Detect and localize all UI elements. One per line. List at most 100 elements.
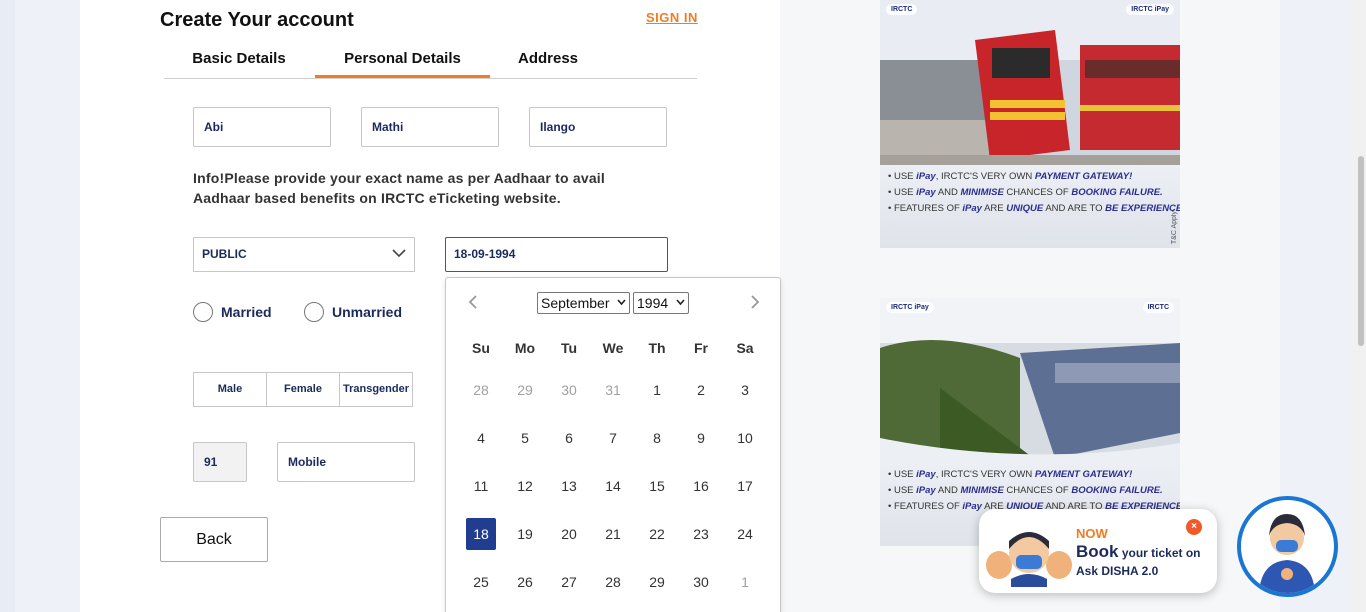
back-button[interactable]: Back bbox=[160, 517, 268, 562]
calendar-day[interactable]: 16 bbox=[686, 470, 716, 502]
calendar-day[interactable]: 15 bbox=[642, 470, 672, 502]
disha-avatar-icon bbox=[1241, 500, 1333, 593]
month-select[interactable]: September bbox=[537, 292, 630, 314]
tab-personal-details[interactable]: Personal Details bbox=[315, 50, 490, 78]
unmarried-label: Unmarried bbox=[332, 304, 403, 320]
sign-in-link[interactable]: SIGN IN bbox=[646, 10, 698, 25]
gender-transgender-button[interactable]: Transgender bbox=[339, 372, 413, 407]
calendar-day[interactable]: 14 bbox=[598, 470, 628, 502]
dob-input[interactable]: 18-09-1994 bbox=[445, 237, 668, 272]
calendar-day[interactable]: 1 bbox=[730, 566, 760, 598]
calendar-day[interactable]: 25 bbox=[466, 566, 496, 598]
radio-circle bbox=[304, 302, 324, 322]
unmarried-radio[interactable]: Unmarried bbox=[304, 302, 402, 322]
weekday-header: We bbox=[602, 340, 624, 356]
married-label: Married bbox=[221, 304, 272, 320]
calendar-day[interactable]: 8 bbox=[642, 422, 672, 454]
ipay-logo: IRCTC iPay bbox=[886, 302, 934, 313]
calendar-day[interactable]: 30 bbox=[686, 566, 716, 598]
calendar-day[interactable]: 1 bbox=[642, 374, 672, 406]
ad-text-block: • USE iPay, IRCTC'S VERY OWN PAYMENT GAT… bbox=[880, 165, 1180, 248]
train-image bbox=[880, 298, 1180, 463]
calendar-day[interactable]: 29 bbox=[642, 566, 672, 598]
calendar-day[interactable]: 24 bbox=[730, 518, 760, 550]
calendar-day[interactable]: 19 bbox=[510, 518, 540, 550]
calendar-day[interactable]: 7 bbox=[598, 422, 628, 454]
married-radio[interactable]: Married bbox=[193, 302, 272, 322]
gender-female-button[interactable]: Female bbox=[266, 372, 340, 407]
disha-book-text: Book your ticket on bbox=[1076, 542, 1201, 561]
chevron-down-icon bbox=[676, 299, 685, 306]
left-gutter bbox=[15, 0, 80, 612]
ipay-logo: IRCTC iPay bbox=[1126, 4, 1174, 15]
weekday-header: Sa bbox=[736, 340, 754, 356]
calendar-day[interactable]: 13 bbox=[554, 470, 584, 502]
weekday-header: Th bbox=[648, 340, 666, 356]
occupation-select[interactable]: PUBLIC bbox=[193, 237, 415, 272]
train-image bbox=[880, 0, 1180, 165]
ad-line: • USE iPay AND MINIMISE CHANCES OF BOOKI… bbox=[888, 485, 1163, 496]
calendar-day-selected[interactable]: 18 bbox=[466, 518, 496, 550]
calendar-day[interactable]: 28 bbox=[466, 374, 496, 406]
calendar-day[interactable]: 26 bbox=[510, 566, 540, 598]
tab-address[interactable]: Address bbox=[490, 50, 606, 78]
disha-thumbs-up-illustration bbox=[986, 532, 1072, 587]
page-title: Create Your account bbox=[160, 9, 354, 31]
calendar-day[interactable]: 30 bbox=[554, 374, 584, 406]
disha-now-text: NOW bbox=[1076, 526, 1108, 541]
calendar-day[interactable]: 2 bbox=[686, 374, 716, 406]
calendar-day[interactable]: 27 bbox=[554, 566, 584, 598]
calendar-day[interactable]: 10 bbox=[730, 422, 760, 454]
calendar-day[interactable]: 4 bbox=[466, 422, 496, 454]
registration-tabs: Basic Details Personal Details Address bbox=[164, 44, 697, 79]
next-month-icon[interactable] bbox=[746, 294, 762, 310]
datepicker-popup: September 1994 Su Mo Tu We Th Fr Sa 28 29 30 31 1 2 3… bbox=[445, 277, 781, 612]
calendar-day[interactable]: 21 bbox=[598, 518, 628, 550]
mobile-field[interactable]: Mobile bbox=[277, 442, 415, 482]
calendar-day[interactable]: 20 bbox=[554, 518, 584, 550]
ad-line: • FEATURES OF iPay ARE UNIQUE AND ARE TO… bbox=[888, 203, 1180, 214]
month-value: September bbox=[541, 295, 610, 311]
close-icon[interactable]: × bbox=[1186, 519, 1202, 535]
scrollbar-thumb[interactable] bbox=[1358, 156, 1364, 346]
calendar-day[interactable]: 5 bbox=[510, 422, 540, 454]
weekday-header: Fr bbox=[694, 340, 708, 356]
ad-line: • USE iPay, IRCTC'S VERY OWN PAYMENT GAT… bbox=[888, 171, 1133, 182]
disha-chat-card[interactable]: NOW Book your ticket on Ask DISHA 2.0 × bbox=[979, 509, 1217, 593]
chevron-down-icon bbox=[392, 249, 406, 258]
ad-line: • USE iPay AND MINIMISE CHANCES OF BOOKI… bbox=[888, 187, 1163, 198]
calendar-day[interactable]: 31 bbox=[598, 374, 628, 406]
prev-month-icon[interactable] bbox=[466, 294, 482, 310]
middle-name-field[interactable]: Mathi bbox=[361, 107, 499, 147]
calendar-day[interactable]: 12 bbox=[510, 470, 540, 502]
disha-ask-text: Ask DISHA 2.0 bbox=[1076, 564, 1159, 578]
first-name-field[interactable]: Abi bbox=[193, 107, 331, 147]
terms-note: T&C Apply bbox=[1171, 210, 1178, 244]
calendar-day[interactable]: 28 bbox=[598, 566, 628, 598]
irctc-logo: IRCTC bbox=[886, 4, 918, 15]
last-name-field[interactable]: Ilango bbox=[529, 107, 667, 147]
calendar-day[interactable]: 11 bbox=[466, 470, 496, 502]
calendar-day[interactable]: 9 bbox=[686, 422, 716, 454]
tab-basic-details[interactable]: Basic Details bbox=[164, 50, 314, 78]
disha-avatar-button[interactable] bbox=[1237, 496, 1338, 597]
weekday-header: Mo bbox=[514, 340, 536, 356]
ipay-ad-banner-1[interactable]: IRCTC IRCTC iPay • USE iPay, IRCTC'S VER… bbox=[880, 0, 1180, 248]
weekday-header: Tu bbox=[560, 340, 578, 356]
weekday-header: Su bbox=[472, 340, 490, 356]
year-value: 1994 bbox=[637, 295, 669, 311]
aadhaar-info-text: Info!Please provide your exact name as p… bbox=[193, 170, 605, 206]
year-select[interactable]: 1994 bbox=[633, 292, 689, 314]
calendar-day[interactable]: 22 bbox=[642, 518, 672, 550]
chevron-down-icon bbox=[617, 299, 626, 306]
country-code-field[interactable]: 91 bbox=[193, 442, 247, 482]
calendar-day[interactable]: 17 bbox=[730, 470, 760, 502]
calendar-day[interactable]: 6 bbox=[554, 422, 584, 454]
calendar-day[interactable]: 23 bbox=[686, 518, 716, 550]
calendar-day[interactable]: 3 bbox=[730, 374, 760, 406]
calendar-day[interactable]: 29 bbox=[510, 374, 540, 406]
radio-circle bbox=[193, 302, 213, 322]
irctc-logo: IRCTC bbox=[1142, 302, 1174, 313]
occupation-value: PUBLIC bbox=[202, 247, 247, 261]
gender-male-button[interactable]: Male bbox=[193, 372, 267, 407]
